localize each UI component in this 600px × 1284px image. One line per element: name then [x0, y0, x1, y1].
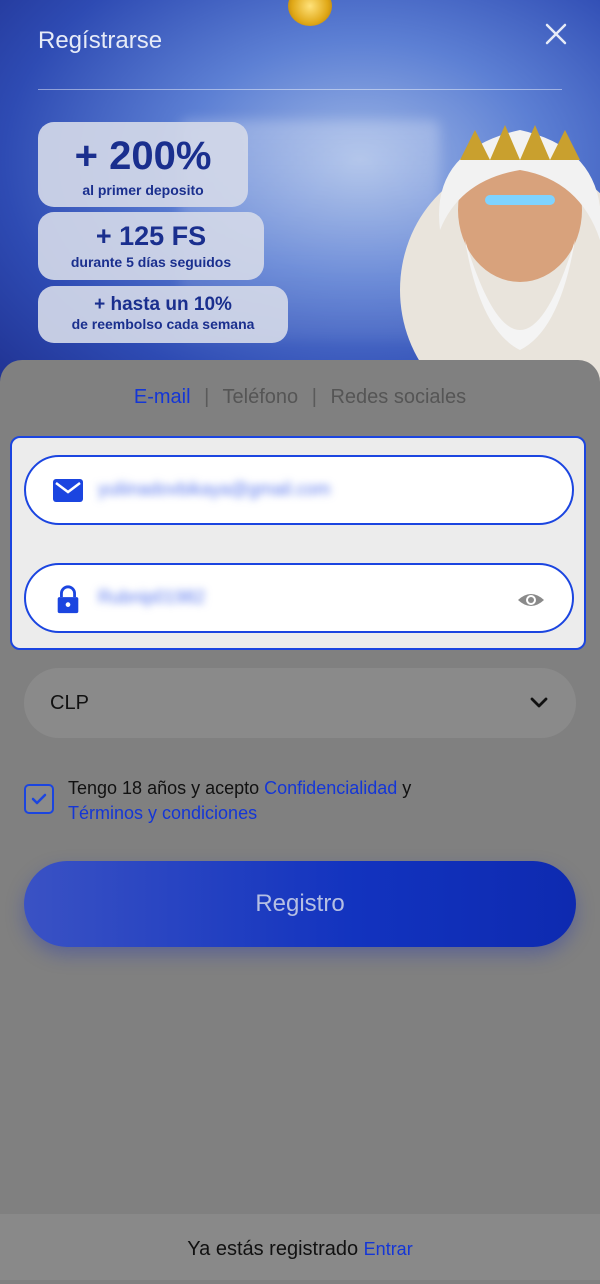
- promo-caption: al primer deposito: [82, 182, 204, 198]
- currency-select[interactable]: CLP: [24, 668, 576, 738]
- terms-conditions-link[interactable]: Términos y condiciones: [68, 803, 257, 823]
- promo-value: + 200%: [74, 134, 212, 178]
- close-icon[interactable]: [542, 20, 570, 48]
- register-button[interactable]: Registro: [24, 861, 576, 947]
- promo-value: + hasta un 10%: [94, 294, 232, 315]
- promo-card-cashback: + hasta un 10% de reembolso cada semana: [38, 286, 288, 343]
- promo-card-deposit: + 200% al primer deposito: [38, 122, 248, 207]
- terms-checkbox[interactable]: [24, 784, 54, 814]
- terms-and: y: [397, 778, 412, 798]
- tab-email[interactable]: E-mail: [134, 386, 191, 408]
- lock-icon: [57, 585, 79, 614]
- tab-separator: |: [311, 386, 317, 408]
- terms-prefix: Tengo 18 años y acepto: [68, 778, 265, 798]
- promo-card-free-spins: + 125 FS durante 5 días seguidos: [38, 212, 264, 280]
- currency-value: CLP: [50, 692, 89, 714]
- promo-caption: durante 5 días seguidos: [70, 254, 232, 270]
- footer-login-bar: Ya estás registrado Entrar: [0, 1214, 600, 1280]
- email-field[interactable]: yuliinadovbikaya@gmail.com: [24, 455, 574, 525]
- tab-phone[interactable]: Teléfono: [223, 386, 299, 408]
- gold-coin-icon: [288, 0, 332, 26]
- registration-method-tabs: E-mail | Teléfono | Redes sociales: [0, 386, 600, 409]
- password-field[interactable]: Rubnip01982: [24, 563, 574, 633]
- email-value: yuliinadovbikaya@gmail.com: [98, 479, 331, 499]
- mail-icon: [53, 479, 83, 502]
- chevron-down-icon: [530, 697, 548, 708]
- tab-separator: |: [204, 386, 210, 408]
- terms-text: Tengo 18 años y acepto Confidencialidad …: [68, 776, 568, 826]
- page-title: Regístrarse: [38, 27, 163, 54]
- password-value: Rubnip01982: [98, 587, 206, 607]
- footer-text: Ya estás registrado: [187, 1238, 364, 1260]
- zeus-illustration: [400, 125, 600, 400]
- login-link[interactable]: Entrar: [364, 1239, 413, 1259]
- show-password-eye-icon[interactable]: [516, 585, 546, 615]
- checkmark-icon: [31, 793, 47, 805]
- tab-social[interactable]: Redes sociales: [330, 386, 466, 408]
- privacy-link[interactable]: Confidencialidad: [264, 778, 397, 798]
- promo-value: + 125 FS: [95, 221, 207, 251]
- header-divider: [38, 89, 562, 90]
- promo-caption: de reembolso cada semana: [71, 316, 255, 332]
